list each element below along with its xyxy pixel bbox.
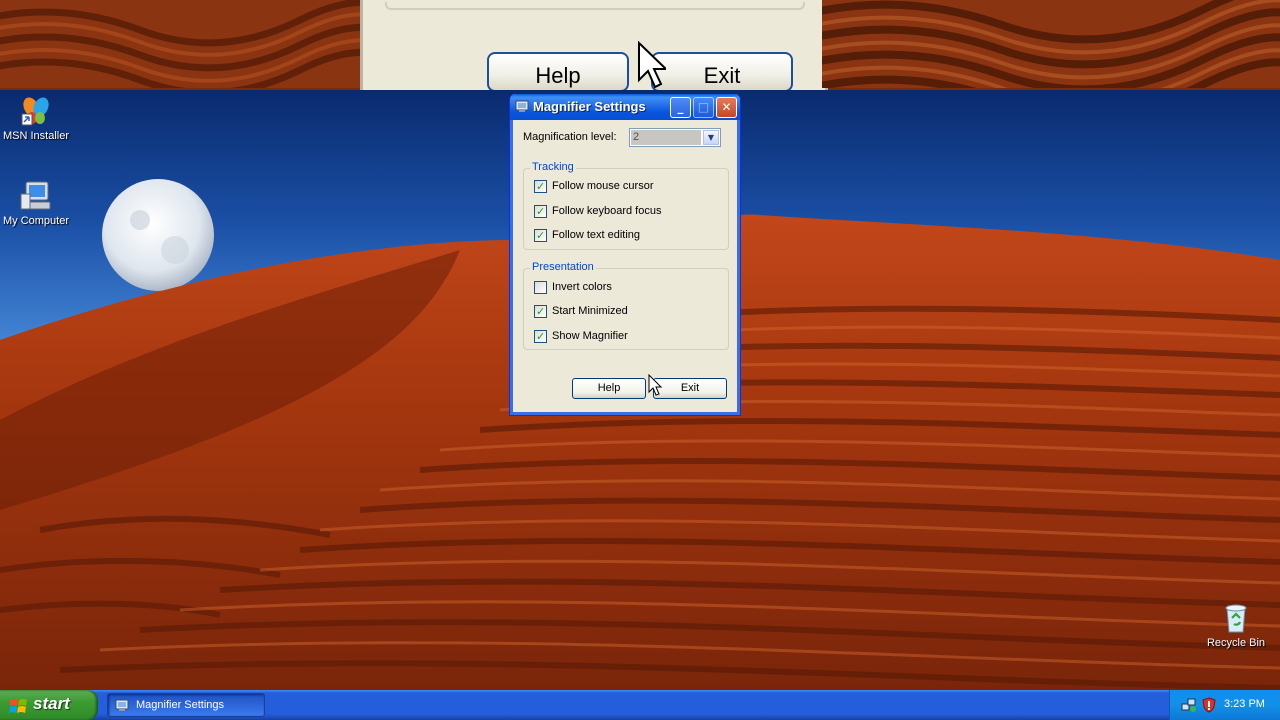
security-shield-icon[interactable] [1201, 697, 1217, 713]
magnification-level-label: Magnification level: [523, 131, 617, 143]
checkbox-box[interactable]: ✓ [534, 205, 547, 218]
desktop-icon-msn-installer[interactable]: MSN Installer [0, 95, 76, 142]
checkbox-label: Invert colors [552, 281, 612, 293]
close-icon: ✕ [721, 100, 732, 114]
checkbox-label: Show Magnifier [552, 330, 628, 342]
magnification-level-value: 2 [631, 130, 701, 145]
maximize-icon: □ [697, 100, 710, 114]
desktop-icon-my-computer[interactable]: My Computer [0, 180, 76, 227]
checkmark-icon: ✓ [536, 229, 546, 242]
checkbox-box[interactable]: ✓ [534, 180, 547, 193]
magnifier-settings-window[interactable]: Magnifier Settings _ □ ✕ Magnification l… [509, 94, 741, 416]
checkbox-box[interactable]: ✓ [534, 330, 547, 343]
magnified-group-border [385, 2, 805, 10]
taskbar: start Magnifier Settings 3:23 PM [0, 690, 1280, 720]
desktop-icon-label: My Computer [2, 215, 70, 227]
checkbox-label: Follow mouse cursor [552, 180, 654, 192]
checkmark-icon: ✓ [536, 330, 546, 343]
recycle-bin-icon [1225, 604, 1247, 633]
checkbox-box[interactable]: ✓ [534, 305, 547, 318]
checkbox-label: Follow text editing [552, 229, 641, 241]
system-tray: 3:23 PM [1169, 690, 1280, 720]
window-client-area: Magnification level: 2 ▼ Tracking ✓ Foll… [514, 120, 736, 411]
close-button[interactable]: ✕ [716, 97, 737, 118]
desktop-icon-label: MSN Installer [2, 130, 70, 142]
taskbar-item-label: Magnifier Settings [136, 699, 225, 711]
tracking-group: Tracking ✓ Follow mouse cursor ✓ Follow … [523, 161, 729, 250]
windows-flag-icon [9, 699, 27, 713]
presentation-group-title: Presentation [530, 261, 596, 273]
window-titlebar[interactable]: Magnifier Settings _ □ ✕ [510, 94, 740, 120]
desktop-icon-recycle-bin[interactable]: Recycle Bin [1196, 602, 1276, 649]
start-button[interactable]: start [0, 690, 98, 720]
checkbox-label: Start Minimized [552, 305, 628, 317]
checkmark-icon: ✓ [536, 305, 546, 318]
checkbox-box[interactable]: ✓ [534, 229, 547, 242]
start-label: start [33, 694, 70, 713]
minimize-icon: _ [677, 100, 684, 114]
magnified-dialog: Help Exit [360, 0, 828, 90]
tracking-group-title: Tracking [530, 161, 576, 173]
taskbar-item-magnifier-settings[interactable]: Magnifier Settings [107, 693, 265, 717]
checkbox-box[interactable] [534, 281, 547, 294]
desktop-icon-label: Recycle Bin [1206, 637, 1266, 649]
system-clock[interactable]: 3:23 PM [1224, 698, 1265, 710]
checkmark-icon: ✓ [536, 205, 546, 218]
magnifier-app-icon [115, 699, 129, 711]
magnifier-app-icon [515, 100, 529, 112]
mouse-cursor-icon [648, 374, 663, 396]
checkmark-icon: ✓ [536, 180, 546, 193]
magnified-cursor-icon [638, 40, 666, 89]
magnifier-view-pane: Help Exit [0, 0, 1280, 92]
magnified-help-button: Help [487, 52, 629, 90]
presentation-group: Presentation Invert colors ✓ Start Minim… [523, 261, 729, 350]
network-icon[interactable] [1181, 697, 1197, 713]
window-title: Magnifier Settings [533, 99, 646, 114]
chevron-down-icon[interactable]: ▼ [703, 130, 719, 145]
checkbox-label: Follow keyboard focus [552, 205, 662, 217]
msn-butterfly-icon [21, 97, 49, 126]
magnification-level-select[interactable]: 2 ▼ [629, 128, 721, 147]
exit-button[interactable]: Exit [653, 378, 727, 399]
magnified-sand-right [822, 0, 1280, 88]
magnified-sand-left [0, 0, 360, 88]
help-button[interactable]: Help [572, 378, 646, 399]
minimize-button[interactable]: _ [670, 97, 691, 118]
my-computer-icon [20, 181, 51, 210]
maximize-button: □ [693, 97, 714, 118]
magnified-exit-button: Exit [651, 52, 793, 90]
